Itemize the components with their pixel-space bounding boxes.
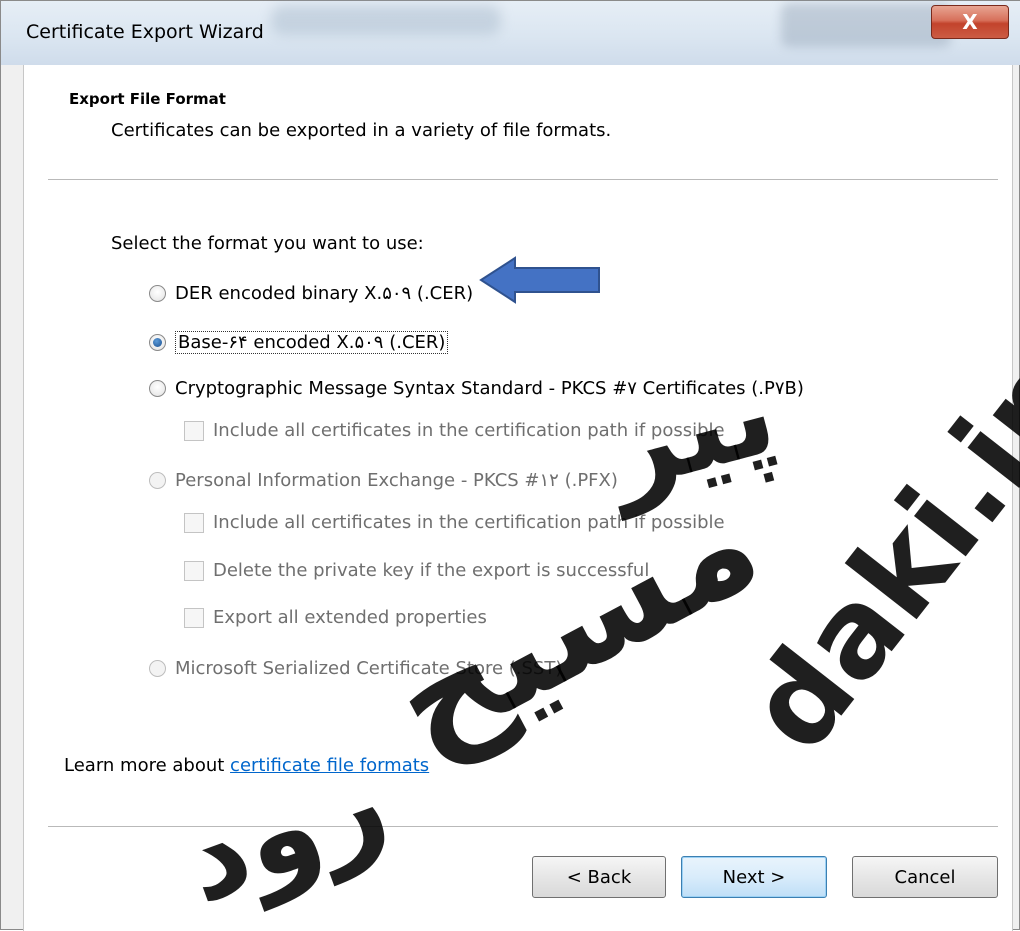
- radio-label: Base-۶۴ encoded X.۵۰۹ (.CER): [175, 331, 449, 354]
- page-subtitle: Certificates can be exported in a variet…: [111, 120, 612, 141]
- checkbox-label: Include all certificates in the certific…: [213, 420, 725, 441]
- format-prompt: Select the format you want to use:: [111, 233, 424, 254]
- cancel-button[interactable]: Cancel: [852, 856, 998, 898]
- next-button[interactable]: Next >: [681, 856, 827, 898]
- checkbox-label: Export all extended properties: [213, 607, 487, 628]
- back-button[interactable]: < Back: [532, 856, 666, 898]
- radio-icon[interactable]: [149, 660, 166, 677]
- background-blur: [271, 5, 501, 35]
- checkbox-icon[interactable]: [184, 607, 204, 628]
- wizard-content: Export File Format Certificates can be e…: [23, 65, 1013, 931]
- annotation-arrow-icon: [479, 256, 600, 304]
- radio-checked-icon[interactable]: [149, 334, 166, 351]
- radio-label: Cryptographic Message Syntax Standard - …: [175, 378, 804, 399]
- checkbox-export-extended-properties[interactable]: Export all extended properties: [184, 607, 487, 628]
- radio-base64-encoded[interactable]: Base-۶۴ encoded X.۵۰۹ (.CER): [149, 331, 449, 354]
- title-bar[interactable]: Certificate Export Wizard X: [1, 1, 1020, 65]
- checkbox-include-all-pkcs7[interactable]: Include all certificates in the certific…: [184, 420, 725, 441]
- radio-sst[interactable]: Microsoft Serialized Certificate Store (…: [149, 658, 562, 679]
- footer-divider: [48, 826, 998, 827]
- radio-der-encoded[interactable]: DER encoded binary X.۵۰۹ (.CER): [149, 283, 473, 304]
- checkbox-label: Delete the private key if the export is …: [213, 560, 650, 581]
- checkbox-icon[interactable]: [184, 512, 204, 533]
- radio-icon[interactable]: [149, 472, 166, 489]
- window-title: Certificate Export Wizard: [26, 21, 264, 43]
- header-divider: [48, 179, 998, 180]
- radio-label: DER encoded binary X.۵۰۹ (.CER): [175, 283, 474, 304]
- radio-icon[interactable]: [149, 380, 166, 397]
- certificate-file-formats-link[interactable]: certificate file formats: [230, 755, 429, 776]
- radio-pfx[interactable]: Personal Information Exchange - PKCS #۱۲…: [149, 470, 618, 491]
- close-button[interactable]: X: [931, 5, 1009, 39]
- checkbox-delete-private-key[interactable]: Delete the private key if the export is …: [184, 560, 649, 581]
- radio-pkcs7[interactable]: Cryptographic Message Syntax Standard - …: [149, 378, 804, 399]
- page-title: Export File Format: [69, 90, 226, 108]
- checkbox-label: Include all certificates in the certific…: [213, 512, 725, 533]
- learn-more-text: Learn more about certificate file format…: [64, 755, 429, 776]
- checkbox-include-all-pfx[interactable]: Include all certificates in the certific…: [184, 512, 725, 533]
- checkbox-icon[interactable]: [184, 420, 204, 441]
- learn-more-prefix: Learn more about: [64, 755, 231, 776]
- checkbox-icon[interactable]: [184, 560, 204, 581]
- radio-label: Personal Information Exchange - PKCS #۱۲…: [175, 470, 618, 491]
- background-blur: [781, 3, 951, 47]
- certificate-export-wizard-window: Certificate Export Wizard X Export File …: [0, 0, 1020, 931]
- radio-icon[interactable]: [149, 285, 166, 302]
- radio-label: Microsoft Serialized Certificate Store (…: [175, 658, 563, 679]
- close-icon: X: [962, 10, 978, 34]
